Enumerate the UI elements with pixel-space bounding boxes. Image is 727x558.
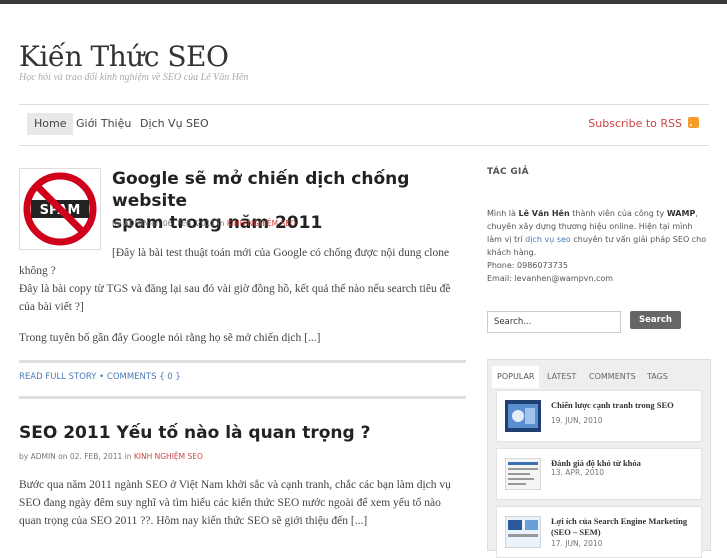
popular-date: 19. JUN, 2010 (551, 416, 603, 425)
post-category-link[interactable]: KINH NGHIỆM SEO (227, 219, 296, 228)
popular-item[interactable]: Chiến lược cạnh tranh trong SEO 19. JUN,… (496, 390, 702, 442)
search-form: Search... Search (487, 311, 709, 335)
popular-item[interactable]: Đánh giá độ khó từ khóa 13. APR, 2010 (496, 448, 702, 500)
post-category-link[interactable]: KINH NGHIỆM SEO (134, 452, 203, 461)
site-description: Học hỏi và trao đổi kinh nghiệm về SEO c… (19, 72, 249, 83)
main-nav: Home Giới Thiệu Dịch Vụ SEO Subscribe to… (19, 104, 709, 146)
post-thumbnail-icon (505, 516, 541, 548)
popular-date: 17. JUN, 2010 (551, 539, 603, 548)
post-excerpt: Trong tuyên bố gần đây Google nói rằng h… (19, 332, 321, 344)
popular-date: 13. APR, 2010 (551, 468, 605, 477)
post-meta: by ADMIN on 06. FEB, 2011 in KINH NGHIỆM… (112, 219, 296, 228)
tab-popular[interactable]: POPULAR (492, 366, 540, 388)
post-meta: by ADMIN on 02. FEB, 2011 in KINH NGHIỆM… (19, 452, 203, 461)
read-more-link[interactable]: READ FULL STORY (19, 372, 96, 382)
site-title[interactable]: Kiến Thức SEO (19, 40, 229, 73)
subscribe-rss-label: Subscribe to RSS (588, 117, 682, 130)
popular-title[interactable]: Chiến lược cạnh tranh trong SEO (551, 400, 696, 411)
post-thumbnail-icon (505, 400, 541, 432)
rss-icon (688, 117, 699, 128)
post-excerpt: Đây là bài copy từ TGS và đăng lại sau đ… (19, 283, 451, 313)
post-divider (19, 396, 466, 399)
tabs-box: POPULAR LATEST COMMENTS TAGS Chiến lược … (487, 359, 711, 558)
about-text: Mình là (487, 209, 519, 218)
author-about: Mình là Lê Văn Hên thành viên của công t… (487, 207, 709, 285)
post-title-line: Google sẽ mở chiến dịch chống website (112, 169, 410, 211)
tab-tags[interactable]: TAGS (642, 366, 673, 388)
nav-item-home[interactable]: Home (27, 113, 74, 135)
sidebar: TÁC GIẢ (487, 167, 709, 177)
popular-title[interactable]: Lợi ích của Search Engine Marketing (SEO… (551, 516, 696, 538)
post-thumbnail-icon (505, 458, 541, 490)
page: Kiến Thức SEO Học hỏi và trao đổi kinh n… (0, 4, 727, 558)
nav-item-gioi-thieu[interactable]: Giới Thiệu (69, 113, 138, 135)
tab-latest[interactable]: LATEST (542, 366, 581, 388)
tab-comments[interactable]: COMMENTS (584, 366, 641, 388)
author-phone: Phone: 0986073735 (487, 261, 568, 270)
nav-item-dich-vu-seo[interactable]: Dịch Vụ SEO (133, 113, 216, 135)
no-spam-icon: SPAM (23, 172, 97, 246)
post-actions: READ FULL STORY • COMMENTS { 0 } (19, 372, 181, 382)
popular-item[interactable]: Lợi ích của Search Engine Marketing (SEO… (496, 506, 702, 558)
search-button[interactable]: Search (630, 311, 681, 329)
post-excerpt: [Đây là bài test thuật toán mới của Goog… (19, 247, 450, 277)
author-name: Lê Văn Hên (518, 209, 570, 218)
author-heading: TÁC GIẢ (487, 167, 529, 177)
post-meta-text: by ADMIN on 02. FEB, 2011 in (19, 452, 134, 461)
author-email: Email: levanhen@wampvn.com (487, 274, 614, 283)
comments-link[interactable]: COMMENTS { 0 } (107, 372, 181, 382)
dich-vu-seo-link[interactable]: dịch vụ seo (525, 235, 571, 244)
post-title[interactable]: SEO 2011 Yếu tố nào là quan trọng ? (19, 422, 370, 444)
subscribe-rss-link[interactable]: Subscribe to RSS (588, 117, 699, 130)
about-text: thành viên của công ty (569, 209, 667, 218)
post-divider (19, 360, 466, 363)
post-thumbnail[interactable]: SPAM (19, 168, 101, 250)
post-meta-text: by ADMIN on 06. FEB, 2011 in (112, 219, 227, 228)
company-name: WAMP (666, 209, 696, 218)
search-input[interactable]: Search... (487, 311, 621, 333)
post-excerpt: Bước qua năm 2011 ngành SEO ở Việt Nam k… (19, 479, 451, 527)
